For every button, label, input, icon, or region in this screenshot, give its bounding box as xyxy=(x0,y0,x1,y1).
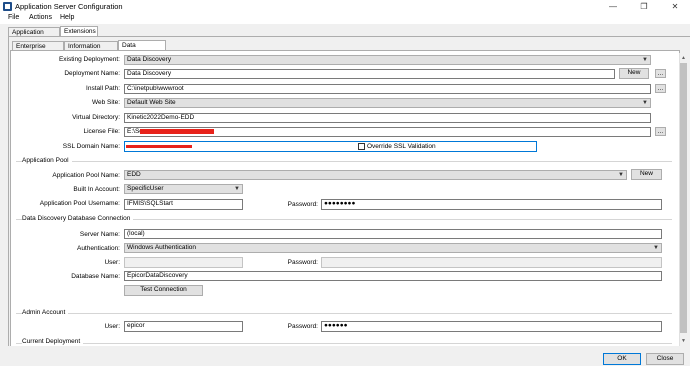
admin-group-title: Admin Account xyxy=(22,309,69,316)
test-connection-button[interactable]: Test Connection xyxy=(124,285,203,296)
install-path-field[interactable]: C:\inetpub\wwwroot xyxy=(124,84,651,94)
existing-deployment-value: Data Discovery xyxy=(127,56,172,63)
existing-deployment-label: Existing Deployment: xyxy=(58,56,120,63)
admin-group-divider xyxy=(16,313,672,314)
server-name-label: Server Name: xyxy=(79,231,120,238)
chevron-down-icon: ▼ xyxy=(653,245,659,251)
app-pool-name-label: Application Pool Name: xyxy=(52,172,120,179)
tab-enterprise-search[interactable]: Enterprise Search xyxy=(12,41,64,59)
override-ssl-checkbox[interactable] xyxy=(358,143,365,150)
chevron-down-icon: ▼ xyxy=(642,57,648,63)
menu-bar xyxy=(0,13,690,24)
menu-file[interactable]: File xyxy=(8,14,19,21)
redaction-mark xyxy=(126,145,192,148)
db-password-field[interactable] xyxy=(321,257,662,268)
scroll-down-icon[interactable]: ▼ xyxy=(680,337,687,345)
chevron-down-icon: ▼ xyxy=(234,186,240,192)
app-pool-username-field[interactable]: IFMIS\SQLStart xyxy=(124,199,243,210)
web-site-select[interactable]: Default Web Site ▼ xyxy=(124,98,651,108)
scroll-up-icon[interactable]: ▲ xyxy=(680,54,687,62)
app-pool-group-title: Application Pool xyxy=(22,157,72,164)
install-path-label: Install Path: xyxy=(86,85,120,92)
app-pool-password-label: Password: xyxy=(287,201,318,208)
admin-user-field[interactable]: epicor xyxy=(124,321,243,332)
authentication-label: Authentication: xyxy=(76,245,120,252)
close-window-button[interactable]: ✕ xyxy=(660,0,690,13)
new-app-pool-button[interactable]: New xyxy=(631,169,662,180)
menu-help[interactable]: Help xyxy=(60,14,74,21)
current-deployment-group-title: Current Deployment xyxy=(22,338,84,345)
app-pool-name-select[interactable]: EDD ▼ xyxy=(124,170,627,180)
virtual-directory-field[interactable]: Kinetic2022Demo-EDD xyxy=(124,113,651,123)
deployment-name-field[interactable]: Data Discovery xyxy=(124,69,615,79)
database-name-label: Database Name: xyxy=(71,273,120,280)
ok-button[interactable]: OK xyxy=(603,353,641,365)
app-pool-name-value: EDD xyxy=(127,171,141,178)
menu-actions[interactable]: Actions xyxy=(29,14,52,21)
db-password-label: Password: xyxy=(287,259,318,266)
db-user-field[interactable] xyxy=(124,257,243,268)
app-pool-username-label: Application Pool Username: xyxy=(39,200,120,207)
authentication-select[interactable]: Windows Authentication ▼ xyxy=(124,243,662,253)
web-site-value: Default Web Site xyxy=(127,99,176,106)
override-ssl-label: Override SSL Validation xyxy=(367,143,436,150)
database-name-field[interactable]: EpicorDataDiscovery xyxy=(124,271,662,281)
current-deployment-group-divider xyxy=(16,343,672,344)
scrollbar-thumb[interactable] xyxy=(680,63,687,333)
redaction-mark xyxy=(140,129,214,134)
app-pool-group-divider xyxy=(16,161,672,162)
dialog-footer xyxy=(0,346,690,366)
chevron-down-icon: ▼ xyxy=(642,100,648,106)
authentication-value: Windows Authentication xyxy=(127,244,197,251)
license-file-label: License File: xyxy=(83,128,121,135)
app-window-icon xyxy=(3,2,12,11)
ssl-domain-label: SSL Domain Name: xyxy=(62,143,120,150)
server-name-field[interactable]: (local) xyxy=(124,229,662,239)
built-in-account-label: Built In Account: xyxy=(73,186,120,193)
app-pool-password-field[interactable]: ●●●●●●●● xyxy=(321,199,662,210)
admin-password-label: Password: xyxy=(287,323,318,330)
window-title: Application Server Configuration xyxy=(15,2,123,11)
install-path-browse-button[interactable]: ... xyxy=(655,84,666,93)
built-in-account-value: SpecificUser xyxy=(127,185,164,192)
tab-extensions[interactable]: Extensions xyxy=(60,26,98,36)
web-site-label: Web Site: xyxy=(91,99,120,106)
admin-password-field[interactable]: ●●●●●● xyxy=(321,321,662,332)
virtual-directory-label: Virtual Directory: xyxy=(72,114,120,121)
close-button[interactable]: Close xyxy=(646,353,684,365)
db-user-label: User: xyxy=(104,259,120,266)
license-file-browse-button[interactable]: ... xyxy=(655,127,666,136)
tab-application-server[interactable]: Application Server xyxy=(8,27,60,45)
deployment-browse-button[interactable]: ... xyxy=(655,69,666,78)
new-deployment-button[interactable]: New xyxy=(619,68,649,79)
db-group-title: Data Discovery Database Connection xyxy=(22,215,134,222)
admin-user-label: User: xyxy=(104,323,120,330)
tab-information-worker[interactable]: Information Worker xyxy=(64,41,118,59)
chevron-down-icon: ▼ xyxy=(618,172,624,178)
built-in-account-select[interactable]: SpecificUser ▼ xyxy=(124,184,243,194)
maximize-button[interactable]: ❐ xyxy=(629,0,659,13)
existing-deployment-select[interactable]: Data Discovery ▼ xyxy=(124,55,651,65)
tab-data-discovery[interactable]: Data Discovery xyxy=(118,40,166,58)
deployment-name-label: Deployment Name: xyxy=(64,70,120,77)
minimize-button[interactable]: — xyxy=(598,0,628,13)
